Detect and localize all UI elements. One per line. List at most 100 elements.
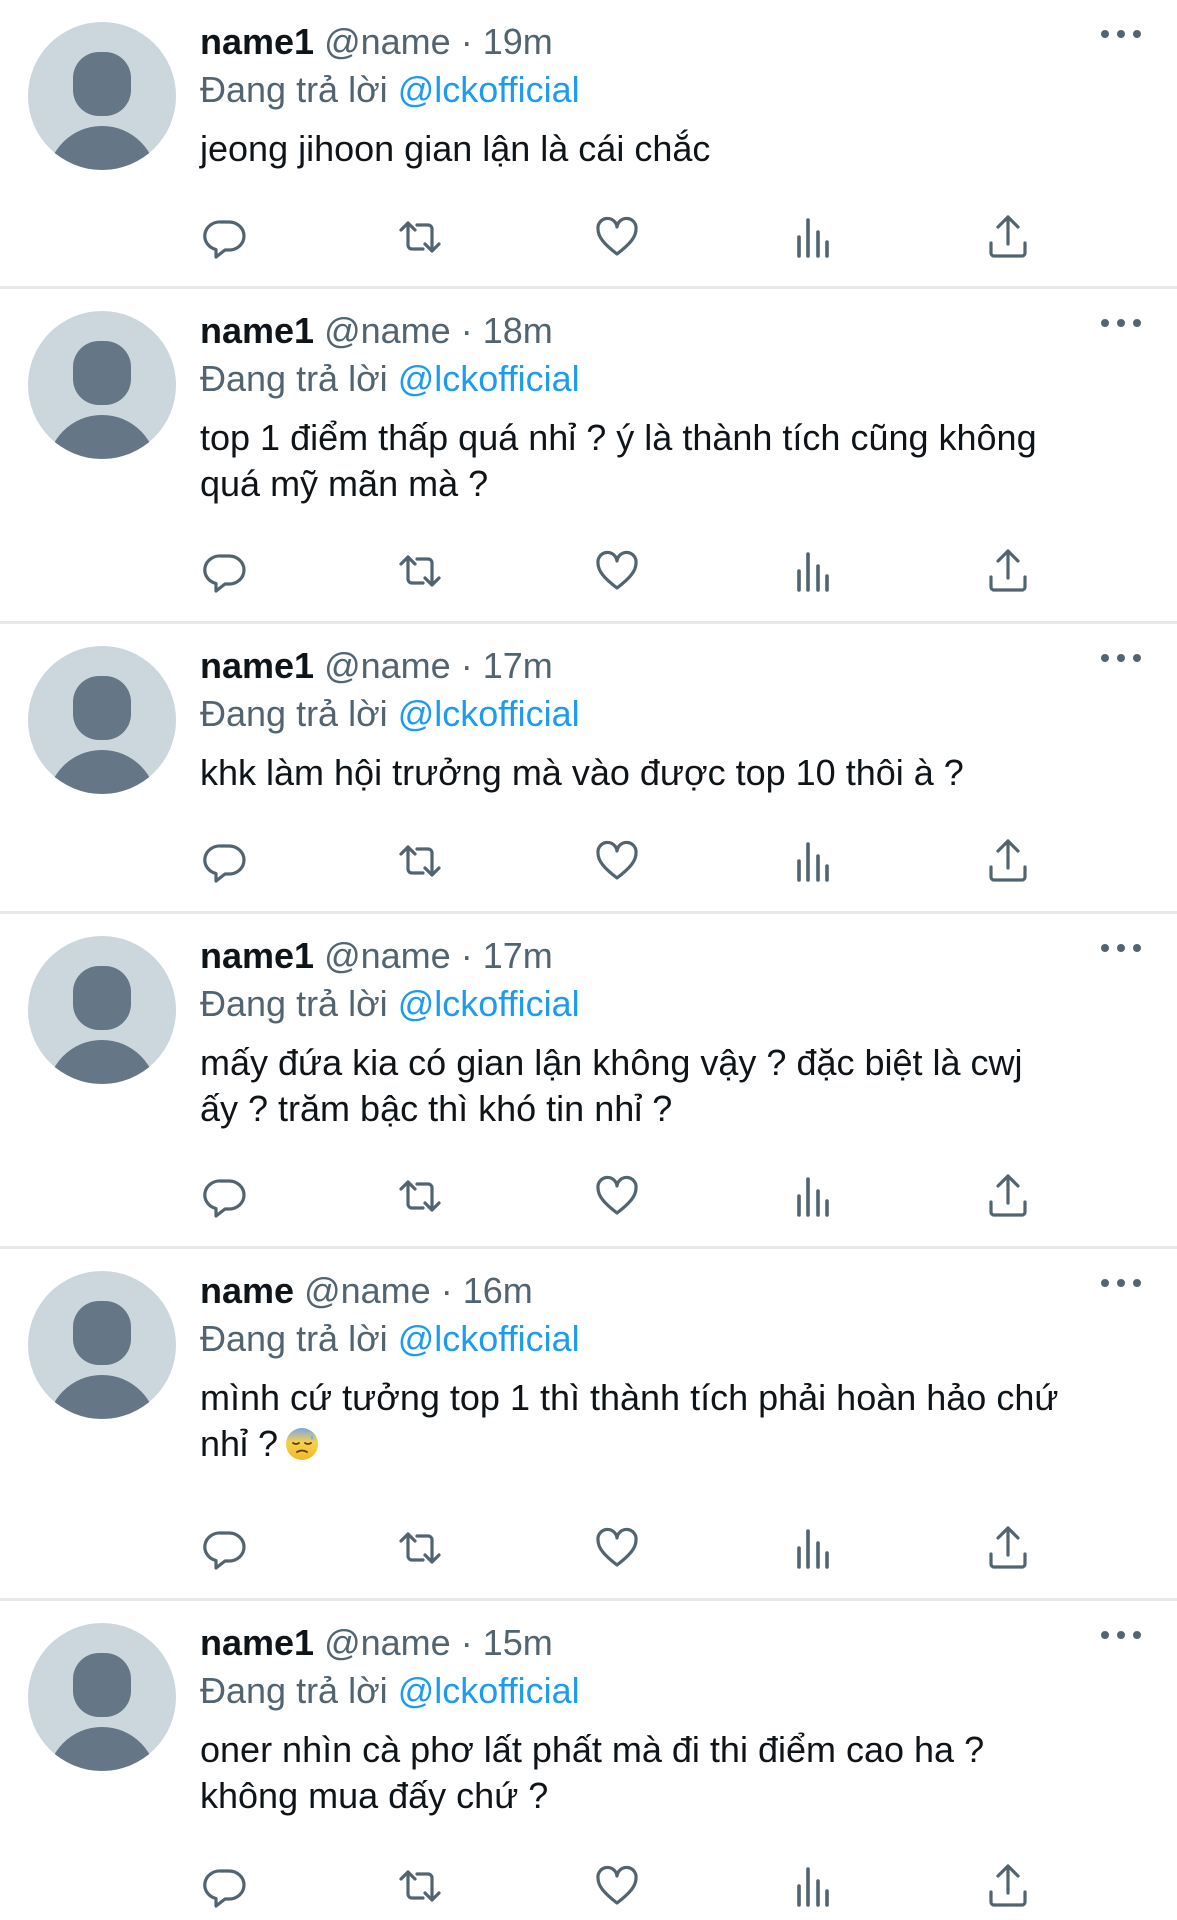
- reply-feed: name1 @name · 19m Đang trả lời @lckoffic…: [0, 0, 1177, 1920]
- reply-icon[interactable]: [200, 836, 250, 886]
- separator: ·: [460, 310, 473, 351]
- share-icon[interactable]: [983, 836, 1033, 886]
- downcast-face-with-sweat-icon: [286, 1428, 319, 1460]
- more-options-icon[interactable]: [1101, 652, 1141, 664]
- timestamp[interactable]: 16m: [463, 1270, 533, 1311]
- retweet-icon[interactable]: [395, 836, 445, 886]
- timestamp[interactable]: 18m: [483, 310, 553, 351]
- tweet[interactable]: name1 @name · 18m Đang trả lời @lckoffic…: [0, 289, 1177, 624]
- separator: ·: [460, 935, 473, 976]
- replying-to-label: Đang trả lời: [200, 358, 388, 399]
- user-handle[interactable]: @name: [324, 1622, 451, 1663]
- user-handle[interactable]: @name: [324, 645, 451, 686]
- retweet-icon[interactable]: [395, 1523, 445, 1573]
- separator: ·: [440, 1270, 453, 1311]
- tweet-text: khk làm hội trưởng mà vào được top 10 th…: [200, 752, 964, 793]
- tweet-actions: [200, 1171, 1040, 1221]
- more-options-icon[interactable]: [1101, 1629, 1141, 1641]
- timestamp[interactable]: 17m: [483, 645, 553, 686]
- retweet-icon[interactable]: [395, 1171, 445, 1221]
- mention-link[interactable]: @lckofficial: [398, 358, 580, 399]
- tweet-header: name1 @name · 17m: [200, 642, 1141, 690]
- display-name[interactable]: name1: [200, 1622, 314, 1663]
- tweet-actions: [200, 212, 1040, 262]
- user-handle[interactable]: @name: [304, 1270, 431, 1311]
- tweet-text: jeong jihoon gian lận là cái chắc: [200, 128, 711, 169]
- mention-link[interactable]: @lckofficial: [398, 983, 580, 1024]
- analytics-icon[interactable]: [788, 1171, 838, 1221]
- reply-icon[interactable]: [200, 1861, 250, 1911]
- share-icon[interactable]: [983, 1171, 1033, 1221]
- user-handle[interactable]: @name: [324, 310, 451, 351]
- tweet[interactable]: name @name · 16m Đang trả lời @lckoffici…: [0, 1249, 1177, 1601]
- display-name[interactable]: name1: [200, 21, 314, 62]
- retweet-icon[interactable]: [395, 546, 445, 596]
- tweet-actions: [200, 836, 1040, 886]
- tweet-text: mình cứ tưởng top 1 thì thành tích phải …: [200, 1375, 1141, 1467]
- like-icon[interactable]: [592, 212, 642, 262]
- like-icon[interactable]: [592, 1171, 642, 1221]
- timestamp[interactable]: 19m: [483, 21, 553, 62]
- mention-link[interactable]: @lckofficial: [398, 1318, 580, 1359]
- tweet-header: name1 @name · 18m: [200, 307, 1141, 355]
- tweet[interactable]: name1 @name · 17m Đang trả lời @lckoffic…: [0, 624, 1177, 914]
- tweet-actions: [200, 546, 1040, 596]
- analytics-icon[interactable]: [788, 1523, 838, 1573]
- tweet[interactable]: name1 @name · 15m Đang trả lời @lckoffic…: [0, 1601, 1177, 1920]
- tweet-text-content: mình cứ tưởng top 1 thì thành tích phải …: [200, 1377, 1059, 1464]
- reply-icon[interactable]: [200, 546, 250, 596]
- user-handle[interactable]: @name: [324, 935, 451, 976]
- separator: ·: [460, 645, 473, 686]
- tweet[interactable]: name1 @name · 19m Đang trả lời @lckoffic…: [0, 0, 1177, 289]
- user-handle[interactable]: @name: [324, 21, 451, 62]
- display-name[interactable]: name: [200, 1270, 294, 1311]
- mention-link[interactable]: @lckofficial: [398, 1670, 580, 1711]
- like-icon[interactable]: [592, 1861, 642, 1911]
- analytics-icon[interactable]: [788, 212, 838, 262]
- share-icon[interactable]: [983, 1523, 1033, 1573]
- replying-to: Đang trả lời @lckofficial: [200, 355, 1141, 403]
- avatar[interactable]: [28, 1623, 176, 1771]
- more-options-icon[interactable]: [1101, 317, 1141, 329]
- avatar[interactable]: [28, 646, 176, 794]
- retweet-icon[interactable]: [395, 1861, 445, 1911]
- share-icon[interactable]: [983, 1861, 1033, 1911]
- like-icon[interactable]: [592, 546, 642, 596]
- avatar[interactable]: [28, 936, 176, 1084]
- more-options-icon[interactable]: [1101, 1277, 1141, 1289]
- replying-to-label: Đang trả lời: [200, 1318, 388, 1359]
- display-name[interactable]: name1: [200, 310, 314, 351]
- reply-icon[interactable]: [200, 212, 250, 262]
- share-icon[interactable]: [983, 212, 1033, 262]
- timestamp[interactable]: 17m: [483, 935, 553, 976]
- avatar[interactable]: [28, 311, 176, 459]
- analytics-icon[interactable]: [788, 836, 838, 886]
- reply-icon[interactable]: [200, 1523, 250, 1573]
- reply-icon[interactable]: [200, 1171, 250, 1221]
- replying-to: Đang trả lời @lckofficial: [200, 1667, 1141, 1715]
- tweet-text: top 1 điểm thấp quá nhỉ ? ý là thành tíc…: [200, 417, 1037, 504]
- tweet-actions: [200, 1861, 1040, 1911]
- analytics-icon[interactable]: [788, 1861, 838, 1911]
- like-icon[interactable]: [592, 1523, 642, 1573]
- more-options-icon[interactable]: [1101, 942, 1141, 954]
- replying-to: Đang trả lời @lckofficial: [200, 66, 1141, 114]
- replying-to: Đang trả lời @lckofficial: [200, 980, 1141, 1028]
- tweet[interactable]: name1 @name · 17m Đang trả lời @lckoffic…: [0, 914, 1177, 1249]
- avatar[interactable]: [28, 1271, 176, 1419]
- avatar[interactable]: [28, 22, 176, 170]
- display-name[interactable]: name1: [200, 645, 314, 686]
- like-icon[interactable]: [592, 836, 642, 886]
- tweet-header: name @name · 16m: [200, 1267, 1141, 1315]
- tweet-actions: [200, 1523, 1040, 1573]
- tweet-header: name1 @name · 17m: [200, 932, 1141, 980]
- share-icon[interactable]: [983, 546, 1033, 596]
- mention-link[interactable]: @lckofficial: [398, 69, 580, 110]
- analytics-icon[interactable]: [788, 546, 838, 596]
- mention-link[interactable]: @lckofficial: [398, 693, 580, 734]
- retweet-icon[interactable]: [395, 212, 445, 262]
- display-name[interactable]: name1: [200, 935, 314, 976]
- more-options-icon[interactable]: [1101, 28, 1141, 40]
- tweet-header: name1 @name · 19m: [200, 18, 1141, 66]
- timestamp[interactable]: 15m: [483, 1622, 553, 1663]
